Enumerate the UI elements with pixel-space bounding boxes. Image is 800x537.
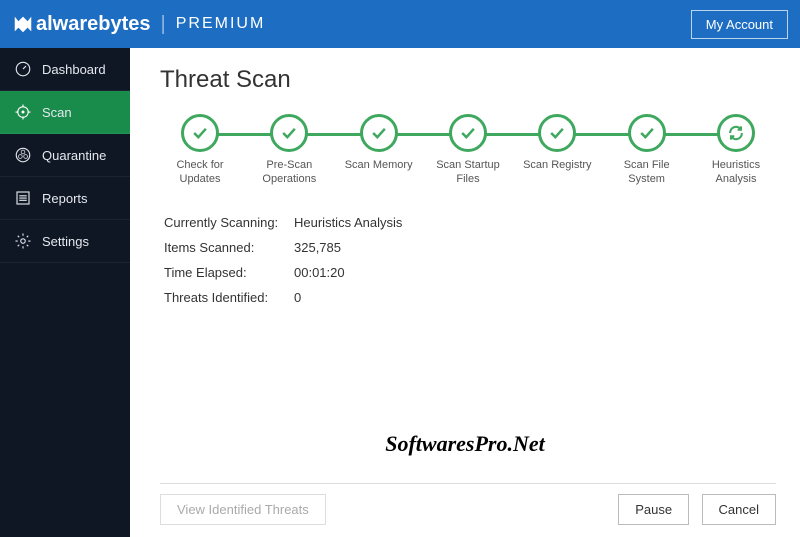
stat-value: 00:01:20 [294, 265, 345, 280]
scan-steps: Check for Updates Pre-Scan Operations Sc… [160, 114, 776, 187]
step-label: Scan Memory [345, 158, 413, 172]
stat-items-scanned: Items Scanned: 325,785 [164, 240, 776, 255]
sidebar-item-settings[interactable]: Settings [0, 220, 130, 263]
checkmark-icon [270, 114, 308, 152]
main-content: Threat Scan Check for Updates Pre-Scan O… [130, 48, 800, 537]
footer-bar: View Identified Threats Pause Cancel [160, 483, 776, 525]
stat-label: Time Elapsed: [164, 265, 294, 280]
step-label: Check for Updates [160, 158, 240, 187]
refresh-icon [717, 114, 755, 152]
step-heuristics: Heuristics Analysis [696, 114, 776, 187]
sidebar-item-label: Quarantine [42, 148, 106, 163]
checkmark-icon [449, 114, 487, 152]
gauge-icon [14, 60, 32, 78]
sidebar-item-quarantine[interactable]: Quarantine [0, 134, 130, 177]
step-label: Scan Registry [523, 158, 591, 172]
brand-divider: | [161, 13, 166, 36]
stat-label: Items Scanned: [164, 240, 294, 255]
stat-currently-scanning: Currently Scanning: Heuristics Analysis [164, 215, 776, 230]
page-title: Threat Scan [160, 66, 776, 94]
list-icon [14, 189, 32, 207]
step-startup: Scan Startup Files [428, 114, 508, 187]
checkmark-icon [360, 114, 398, 152]
malwarebytes-logo-icon [12, 13, 34, 35]
stat-threats-identified: Threats Identified: 0 [164, 290, 776, 305]
step-file-system: Scan File System [607, 114, 687, 187]
sidebar-item-reports[interactable]: Reports [0, 177, 130, 220]
stat-value: 325,785 [294, 240, 341, 255]
app-header: alwarebytes | PREMIUM My Account [0, 0, 800, 48]
scan-stats: Currently Scanning: Heuristics Analysis … [164, 215, 776, 315]
step-registry: Scan Registry [517, 114, 597, 172]
my-account-button[interactable]: My Account [691, 10, 788, 39]
sidebar-item-label: Dashboard [42, 62, 106, 77]
sidebar-item-label: Settings [42, 234, 89, 249]
view-threats-button: View Identified Threats [160, 494, 326, 525]
step-label: Scan File System [607, 158, 687, 187]
stat-time-elapsed: Time Elapsed: 00:01:20 [164, 265, 776, 280]
sidebar-item-scan[interactable]: Scan [0, 91, 130, 134]
biohazard-icon [14, 146, 32, 164]
stat-label: Currently Scanning: [164, 215, 294, 230]
brand-suffix: PREMIUM [176, 15, 266, 33]
step-label: Heuristics Analysis [696, 158, 776, 187]
step-memory: Scan Memory [339, 114, 419, 172]
brand-name: alwarebytes [36, 13, 151, 36]
gear-icon [14, 232, 32, 250]
sidebar-item-label: Reports [42, 191, 88, 206]
step-pre-scan: Pre-Scan Operations [249, 114, 329, 187]
pause-button[interactable]: Pause [618, 494, 689, 525]
sidebar-item-label: Scan [42, 105, 72, 120]
checkmark-icon [181, 114, 219, 152]
sidebar-item-dashboard[interactable]: Dashboard [0, 48, 130, 91]
stat-value: Heuristics Analysis [294, 215, 402, 230]
crosshair-icon [14, 103, 32, 121]
stat-value: 0 [294, 290, 301, 305]
cancel-button[interactable]: Cancel [702, 494, 776, 525]
step-label: Pre-Scan Operations [249, 158, 329, 187]
watermark-text: SoftwaresPro.Net [385, 431, 545, 457]
checkmark-icon [628, 114, 666, 152]
app-logo: alwarebytes | PREMIUM [12, 13, 265, 36]
checkmark-icon [538, 114, 576, 152]
step-check-updates: Check for Updates [160, 114, 240, 187]
step-label: Scan Startup Files [428, 158, 508, 187]
sidebar: Dashboard Scan Quarantine Reports Settin… [0, 48, 130, 537]
stat-label: Threats Identified: [164, 290, 294, 305]
